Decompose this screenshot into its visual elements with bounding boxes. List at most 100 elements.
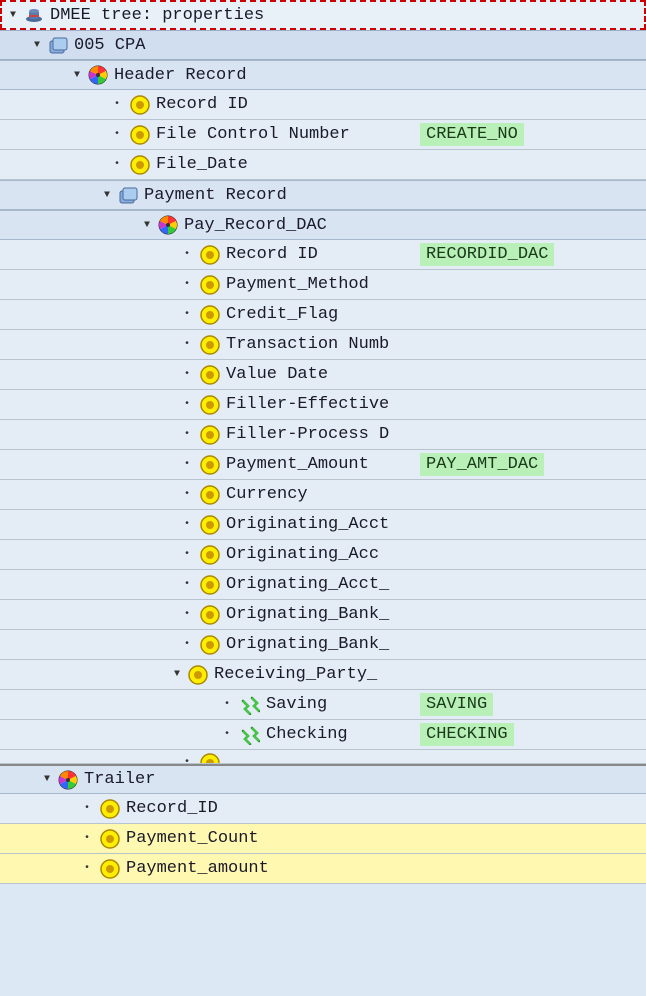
node-label: Record ID	[226, 245, 318, 264]
stack-icon	[48, 35, 68, 55]
node-label: Credit_Flag	[226, 305, 338, 324]
collapse-toggle[interactable]: ▼	[140, 218, 154, 232]
bullet-icon: •	[80, 803, 94, 814]
bullet-icon: •	[180, 309, 194, 320]
node-trailer[interactable]: ▼ Trailer	[0, 764, 646, 794]
node-label: Currency	[226, 485, 308, 504]
node-label: File Control Number	[156, 125, 350, 144]
node-payment-count[interactable]: • Payment_Count	[0, 824, 646, 854]
node-label: Payment_Amount	[226, 455, 369, 474]
node-saving[interactable]: • Saving SAVING	[0, 690, 646, 720]
node-orignating-acct[interactable]: • Orignating_Acct_	[0, 570, 646, 600]
node-trailer-record-id[interactable]: • Record_ID	[0, 794, 646, 824]
bullet-icon: •	[180, 519, 194, 530]
node-payment-amount[interactable]: • Payment_Amount PAY_AMT_DAC	[0, 450, 646, 480]
node-label: Value Date	[226, 365, 328, 384]
tree-root-row[interactable]: ▼ DMEE tree: properties	[0, 0, 646, 30]
node-currency[interactable]: • Currency	[0, 480, 646, 510]
element-icon	[200, 635, 220, 655]
element-icon	[200, 753, 220, 765]
node-credit-flag[interactable]: • Credit_Flag	[0, 300, 646, 330]
node-filler-effective[interactable]: • Filler-Effective	[0, 390, 646, 420]
bullet-icon: •	[220, 729, 234, 740]
node-label: Orignating_Bank_	[226, 635, 389, 654]
node-label: Saving	[266, 695, 327, 714]
node-value-date[interactable]: • Value Date	[0, 360, 646, 390]
bullet-icon: •	[180, 489, 194, 500]
node-originating-acct1[interactable]: • Originating_Acct	[0, 510, 646, 540]
node-label: Payment_amount	[126, 859, 269, 878]
node-payment-record[interactable]: ▼ Payment Record	[0, 180, 646, 210]
wheel-icon	[158, 215, 178, 235]
node-label: Checking	[266, 725, 348, 744]
node-label: Record_ID	[126, 799, 218, 818]
bullet-icon: •	[180, 639, 194, 650]
node-transaction-number[interactable]: • Transaction Numb	[0, 330, 646, 360]
node-label: 005 CPA	[74, 36, 145, 55]
node-label: Payment Record	[144, 186, 287, 205]
node-orignating-bank2[interactable]: • Orignating_Bank_	[0, 630, 646, 660]
node-pay-record-dac[interactable]: ▼ Pay_Record_DAC	[0, 210, 646, 240]
node-filler-process[interactable]: • Filler-Process D	[0, 420, 646, 450]
node-receiving-party[interactable]: ▼ Receiving_Party_	[0, 660, 646, 690]
node-record-id[interactable]: • Record ID	[0, 90, 646, 120]
node-header-record[interactable]: ▼ Header Record	[0, 60, 646, 90]
element-icon	[200, 425, 220, 445]
node-payment-method[interactable]: • Payment_Method	[0, 270, 646, 300]
element-icon	[200, 275, 220, 295]
condition-icon	[240, 725, 260, 745]
collapse-toggle[interactable]: ▼	[40, 773, 54, 787]
node-label: Payment_Method	[226, 275, 369, 294]
wheel-icon	[88, 65, 108, 85]
bullet-icon: •	[110, 129, 124, 140]
element-icon	[200, 515, 220, 535]
node-label: Trailer	[84, 770, 155, 789]
exit-badge: CREATE_NO	[420, 123, 524, 146]
bullet-icon: •	[180, 459, 194, 470]
node-label: Header Record	[114, 66, 247, 85]
bullet-icon: •	[180, 429, 194, 440]
exit-badge: CHECKING	[420, 723, 514, 746]
bullet-icon: •	[180, 757, 194, 764]
node-file-control-number[interactable]: • File Control Number CREATE_NO	[0, 120, 646, 150]
collapse-toggle[interactable]: ▼	[170, 668, 184, 682]
node-partial[interactable]: •	[0, 750, 646, 764]
node-trailer-payment-amount[interactable]: • Payment_amount	[0, 854, 646, 884]
bullet-icon: •	[80, 863, 94, 874]
collapse-toggle[interactable]: ▼	[30, 38, 44, 52]
node-label: Filler-Process D	[226, 425, 389, 444]
exit-badge: SAVING	[420, 693, 493, 716]
collapse-toggle[interactable]: ▼	[100, 188, 114, 202]
node-orignating-bank1[interactable]: • Orignating_Bank_	[0, 600, 646, 630]
element-icon	[200, 605, 220, 625]
element-icon	[100, 859, 120, 879]
element-icon	[100, 829, 120, 849]
element-icon	[200, 575, 220, 595]
element-icon	[200, 485, 220, 505]
element-icon	[188, 665, 208, 685]
bullet-icon: •	[80, 833, 94, 844]
bullet-icon: •	[110, 99, 124, 110]
collapse-toggle[interactable]: ▼	[70, 68, 84, 82]
bullet-icon: •	[180, 399, 194, 410]
collapse-toggle[interactable]: ▼	[6, 8, 20, 22]
node-cpa[interactable]: ▼ 005 CPA	[0, 30, 646, 60]
node-label: File_Date	[156, 155, 248, 174]
bullet-icon: •	[180, 579, 194, 590]
bullet-icon: •	[180, 339, 194, 350]
node-label: Transaction Numb	[226, 335, 389, 354]
node-label: Orignating_Acct_	[226, 575, 389, 594]
dmee-tree: ▼ DMEE tree: properties ▼ 005 CPA ▼ Head…	[0, 0, 646, 884]
node-checking[interactable]: • Checking CHECKING	[0, 720, 646, 750]
element-icon	[200, 545, 220, 565]
node-dac-record-id[interactable]: • Record ID RECORDID_DAC	[0, 240, 646, 270]
bullet-icon: •	[180, 549, 194, 560]
bullet-icon: •	[180, 609, 194, 620]
node-label: Orignating_Bank_	[226, 605, 389, 624]
wheel-icon	[58, 770, 78, 790]
node-originating-acc[interactable]: • Originating_Acc	[0, 540, 646, 570]
element-icon	[100, 799, 120, 819]
exit-badge: RECORDID_DAC	[420, 243, 554, 266]
element-icon	[200, 455, 220, 475]
node-file-date[interactable]: • File_Date	[0, 150, 646, 180]
